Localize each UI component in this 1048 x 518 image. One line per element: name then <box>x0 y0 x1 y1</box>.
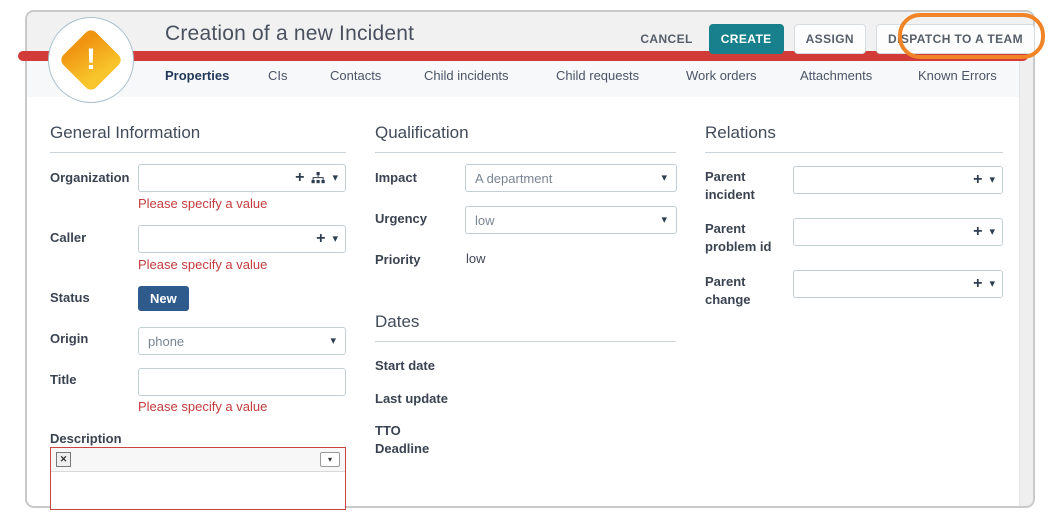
add-parent-problem-icon[interactable]: + <box>973 224 982 240</box>
parent-change-icons: + ▾ <box>973 276 1002 292</box>
general-information-heading: General Information <box>50 123 200 143</box>
priority-label: Priority <box>375 251 421 269</box>
urgency-caret-icon: ▾ <box>661 215 667 226</box>
divider <box>375 341 676 342</box>
title-field[interactable] <box>139 369 345 395</box>
organization-input[interactable]: + ▾ <box>138 164 346 192</box>
impact-select[interactable]: A department ▾ <box>465 164 677 192</box>
organization-field[interactable] <box>139 165 295 191</box>
tab-work-orders[interactable]: Work orders <box>686 68 757 83</box>
urgency-value: low <box>475 213 495 228</box>
origin-caret-icon: ▾ <box>330 336 336 347</box>
tab-contacts[interactable]: Contacts <box>330 68 381 83</box>
add-parent-change-icon[interactable]: + <box>973 276 982 292</box>
hierarchy-icon[interactable] <box>311 172 325 184</box>
caller-input[interactable]: + ▾ <box>138 225 346 253</box>
dispatch-to-a-team-button[interactable]: DISPATCH TO A TEAM <box>876 24 1035 54</box>
origin-value: phone <box>148 334 184 349</box>
status-badge: New <box>138 286 189 311</box>
parent-incident-icons: + ▾ <box>973 172 1002 188</box>
parent-problem-input[interactable]: + ▾ <box>793 218 1003 246</box>
organization-input-icons: + ▾ <box>295 170 345 186</box>
title-error: Please specify a value <box>138 399 267 414</box>
incident-creation-page: ! Creation of a new Incident CANCEL CREA… <box>0 0 1048 518</box>
add-organization-icon[interactable]: + <box>295 170 304 186</box>
caller-error: Please specify a value <box>138 257 267 272</box>
tto-deadline-label: TTO Deadline <box>375 422 455 458</box>
parent-incident-label: Parent incident <box>705 168 777 204</box>
relations-heading: Relations <box>705 123 776 143</box>
cancel-button[interactable]: CANCEL <box>634 25 698 53</box>
divider <box>375 152 676 153</box>
caller-label: Caller <box>50 229 86 247</box>
origin-select[interactable]: phone ▾ <box>138 327 346 355</box>
add-caller-icon[interactable]: + <box>316 231 325 247</box>
parent-problem-dropdown-icon[interactable]: ▾ <box>989 227 995 238</box>
tab-known-errors[interactable]: Known Errors <box>918 68 997 83</box>
parent-problem-icons: + ▾ <box>973 224 1002 240</box>
impact-caret-icon: ▾ <box>661 173 667 184</box>
tab-child-requests[interactable]: Child requests <box>556 68 639 83</box>
tab-child-incidents[interactable]: Child incidents <box>424 68 509 83</box>
add-parent-incident-icon[interactable]: + <box>973 172 982 188</box>
tab-cis[interactable]: CIs <box>268 68 288 83</box>
urgency-select[interactable]: low ▾ <box>465 206 677 234</box>
impact-value: A department <box>475 171 552 186</box>
organization-dropdown-icon[interactable]: ▾ <box>332 173 338 184</box>
parent-incident-input[interactable]: + ▾ <box>793 166 1003 194</box>
origin-label: Origin <box>50 330 88 348</box>
qualification-heading: Qualification <box>375 123 469 143</box>
action-buttons: CANCEL CREATE ASSIGN DISPATCH TO A TEAM <box>634 24 1035 54</box>
divider <box>705 152 1003 153</box>
description-label: Description <box>50 430 122 448</box>
parent-change-label: Parent change <box>705 273 777 309</box>
divider <box>50 152 346 153</box>
vertical-scrollbar[interactable] <box>1019 53 1033 506</box>
tab-properties[interactable]: Properties <box>165 68 229 83</box>
priority-value: low <box>466 251 486 266</box>
title-input[interactable] <box>138 368 346 396</box>
assign-button[interactable]: ASSIGN <box>794 24 866 54</box>
organization-label: Organization <box>50 169 129 187</box>
title-label: Title <box>50 371 77 389</box>
caller-field[interactable] <box>139 226 316 252</box>
status-label: Status <box>50 289 90 307</box>
caller-input-icons: + ▾ <box>316 231 345 247</box>
organization-error: Please specify a value <box>138 196 267 211</box>
description-editor-body[interactable] <box>51 472 345 510</box>
parent-change-input[interactable]: + ▾ <box>793 270 1003 298</box>
parent-problem-label: Parent problem id <box>705 220 785 256</box>
editor-menu-dropdown-icon[interactable]: ▾ <box>320 452 340 467</box>
exclamation-icon: ! <box>49 18 133 102</box>
urgency-label: Urgency <box>375 210 427 228</box>
editor-broken-plugin-icon: ✕ <box>56 452 71 467</box>
tab-attachments[interactable]: Attachments <box>800 68 872 83</box>
start-date-label: Start date <box>375 357 435 375</box>
description-editor[interactable]: ✕ ▾ <box>50 447 346 510</box>
parent-change-dropdown-icon[interactable]: ▾ <box>989 279 995 290</box>
parent-incident-field[interactable] <box>794 167 973 193</box>
last-update-label: Last update <box>375 390 448 408</box>
create-button[interactable]: CREATE <box>709 24 784 54</box>
parent-problem-field[interactable] <box>794 219 973 245</box>
caller-dropdown-icon[interactable]: ▾ <box>332 234 338 245</box>
page-title: Creation of a new Incident <box>165 22 414 46</box>
dates-heading: Dates <box>375 312 419 332</box>
parent-change-field[interactable] <box>794 271 973 297</box>
impact-label: Impact <box>375 169 417 187</box>
description-editor-toolbar: ✕ ▾ <box>51 448 345 472</box>
incident-class-icon: ! <box>48 17 134 103</box>
parent-incident-dropdown-icon[interactable]: ▾ <box>989 175 995 186</box>
